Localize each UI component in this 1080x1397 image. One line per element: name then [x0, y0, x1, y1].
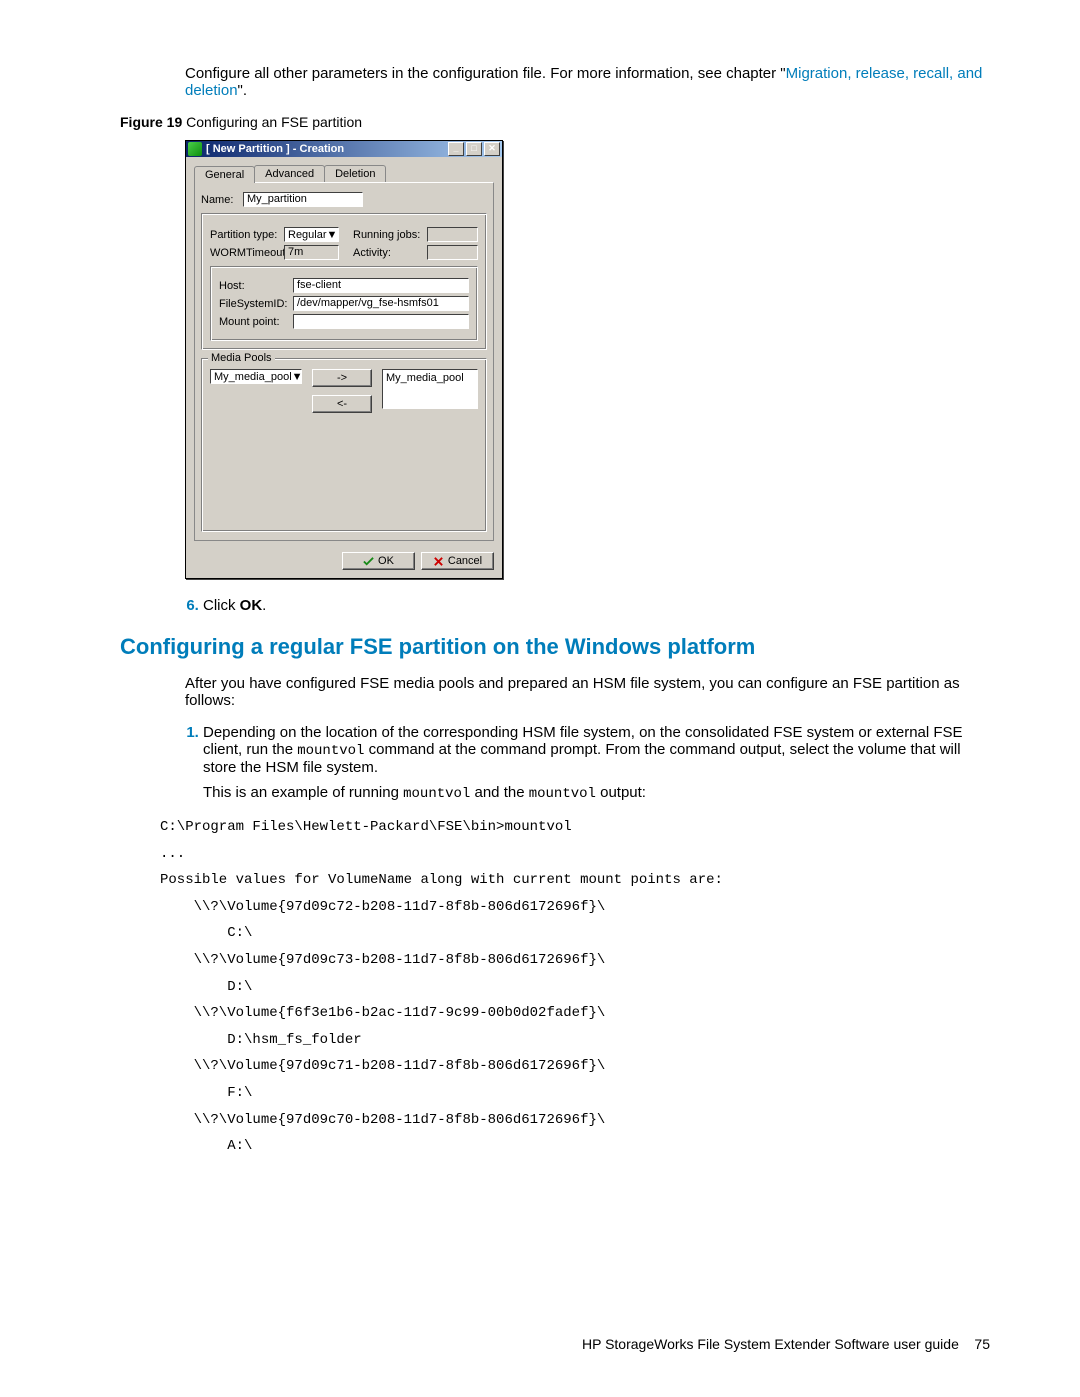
intro-paragraph: Configure all other parameters in the co… — [185, 65, 990, 99]
step1-p2-before: This is an example of running — [203, 784, 403, 801]
remove-pool-button[interactable]: <- — [312, 395, 372, 413]
host-input[interactable]: fse-client — [293, 278, 469, 293]
cancel-button[interactable]: Cancel — [421, 552, 494, 570]
footer-page-number: 75 — [974, 1336, 990, 1352]
dialog-icon — [188, 142, 202, 156]
intro-text-before: Configure all other parameters in the co… — [185, 65, 786, 82]
dialog-title: [ New Partition ] - Creation — [206, 143, 344, 155]
step1-p2-after: output: — [596, 784, 646, 801]
dialog-titlebar[interactable]: [ New Partition ] - Creation _ □ ✕ — [186, 141, 502, 157]
host-label: Host: — [219, 280, 289, 292]
maximize-button[interactable]: □ — [466, 142, 482, 156]
filesystemid-label: FileSystemID: — [219, 298, 289, 310]
after-heading-paragraph: After you have configured FSE media pool… — [185, 675, 990, 709]
section-heading: Configuring a regular FSE partition on t… — [120, 634, 990, 660]
check-icon — [363, 556, 374, 567]
footer-text: HP StorageWorks File System Extender Sof… — [582, 1336, 959, 1352]
page-footer: HP StorageWorks File System Extender Sof… — [582, 1336, 990, 1352]
step1-code2: mountvol — [403, 786, 470, 802]
filesystemid-input[interactable]: /dev/mapper/vg_fse-hsmfs01 — [293, 296, 469, 311]
partition-type-value: Regular — [288, 229, 327, 241]
step1-p2-mid: and the — [470, 784, 528, 801]
partition-type-select[interactable]: Regular ▼ — [284, 227, 339, 242]
media-pool-select-value: My_media_pool — [214, 371, 292, 383]
activity-label: Activity: — [353, 247, 423, 259]
ok-button[interactable]: OK — [342, 552, 415, 570]
ok-button-label: OK — [378, 555, 394, 567]
step6-suffix: . — [262, 597, 266, 614]
x-icon — [433, 556, 444, 567]
chevron-down-icon: ▼ — [292, 371, 303, 383]
cancel-button-label: Cancel — [448, 555, 482, 567]
step-1: Depending on the location of the corresp… — [203, 724, 990, 802]
mount-point-input[interactable] — [293, 314, 469, 329]
media-pool-select[interactable]: My_media_pool ▼ — [210, 369, 302, 384]
figure-label: Figure 19 — [120, 114, 182, 130]
figure-caption: Figure 19 Configuring an FSE partition — [120, 114, 990, 130]
tab-advanced[interactable]: Advanced — [254, 165, 325, 182]
name-label: Name: — [201, 194, 239, 206]
add-pool-button[interactable]: -> — [312, 369, 372, 387]
tab-deletion[interactable]: Deletion — [324, 165, 386, 182]
partition-type-label: Partition type: — [210, 229, 280, 241]
step1-code1: mountvol — [297, 743, 364, 759]
chevron-down-icon: ▼ — [327, 229, 338, 241]
media-pools-group-title: Media Pools — [208, 352, 275, 364]
running-jobs-field — [427, 227, 478, 242]
name-input[interactable]: My_partition — [243, 192, 363, 207]
new-partition-dialog: [ New Partition ] - Creation _ □ ✕ Gener… — [185, 140, 503, 579]
media-pool-list-item: My_media_pool — [386, 372, 474, 384]
running-jobs-label: Running jobs: — [353, 229, 423, 241]
code-block: C:\Program Files\Hewlett-Packard\FSE\bin… — [160, 814, 990, 1160]
step1-code3: mountvol — [529, 786, 596, 802]
minimize-button[interactable]: _ — [448, 142, 464, 156]
tab-general[interactable]: General — [194, 166, 255, 183]
mount-point-label: Mount point: — [219, 316, 289, 328]
intro-text-after: ". — [238, 82, 248, 99]
activity-field — [427, 245, 478, 260]
step6-prefix: Click — [203, 597, 240, 614]
step6-bold: OK — [240, 597, 263, 614]
media-pool-list[interactable]: My_media_pool — [382, 369, 478, 409]
tab-panel-general: Name: My_partition Partition type: Regul… — [194, 182, 494, 541]
worm-timeout-field: 7m — [284, 245, 339, 260]
worm-timeout-label: WORMTimeout: — [210, 247, 280, 259]
figure-caption-text: Configuring an FSE partition — [182, 114, 362, 130]
step-6: Click OK. — [203, 597, 990, 614]
close-button[interactable]: ✕ — [484, 142, 500, 156]
